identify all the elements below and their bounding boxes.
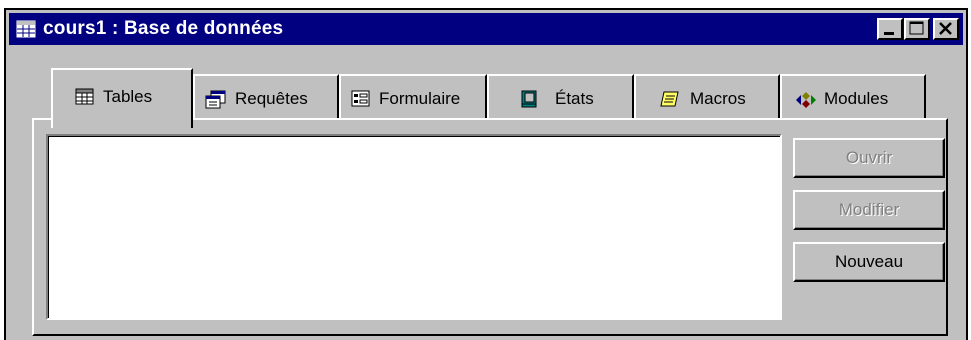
tab-queries[interactable]: Requêtes <box>193 74 339 120</box>
database-window-icon[interactable] <box>16 20 36 38</box>
module-icon <box>794 90 818 108</box>
minimize-button[interactable] <box>877 18 903 40</box>
report-icon <box>519 90 539 108</box>
macro-icon <box>660 90 680 108</box>
new-button[interactable]: Nouveau <box>793 242 945 282</box>
open-button[interactable]: Ouvrir <box>793 138 945 178</box>
table-icon <box>75 88 95 106</box>
tab-macros-label: Macros <box>690 89 746 108</box>
maximize-icon <box>909 21 924 35</box>
tab-modules-label: Modules <box>824 89 889 108</box>
tab-macros[interactable]: Macros <box>634 74 780 120</box>
tab-tables-label: Tables <box>103 87 153 106</box>
tab-reports-label: États <box>555 89 594 108</box>
window-title: cours1 : Base de données <box>43 18 284 39</box>
tab-forms-label: Formulaire <box>379 89 461 108</box>
title-bar[interactable]: cours1 : Base de données <box>9 13 963 45</box>
close-button[interactable] <box>933 18 959 40</box>
maximize-button[interactable] <box>904 18 930 40</box>
tab-forms[interactable]: Formulaire <box>339 74 487 120</box>
tab-queries-label: Requêtes <box>235 89 308 108</box>
tab-modules[interactable]: Modules <box>780 74 926 120</box>
modify-button[interactable]: Modifier <box>793 190 945 230</box>
form-icon <box>351 90 371 108</box>
tab-reports[interactable]: États <box>487 74 634 120</box>
new-button-label: Nouveau <box>834 252 904 271</box>
open-button-label: Ouvrir <box>845 148 893 167</box>
query-icon <box>205 90 226 109</box>
close-icon <box>939 22 952 35</box>
object-list[interactable] <box>46 134 782 320</box>
tab-tables[interactable]: Tables <box>51 68 193 128</box>
minimize-icon <box>884 32 894 35</box>
modify-button-label: Modifier <box>838 200 900 219</box>
